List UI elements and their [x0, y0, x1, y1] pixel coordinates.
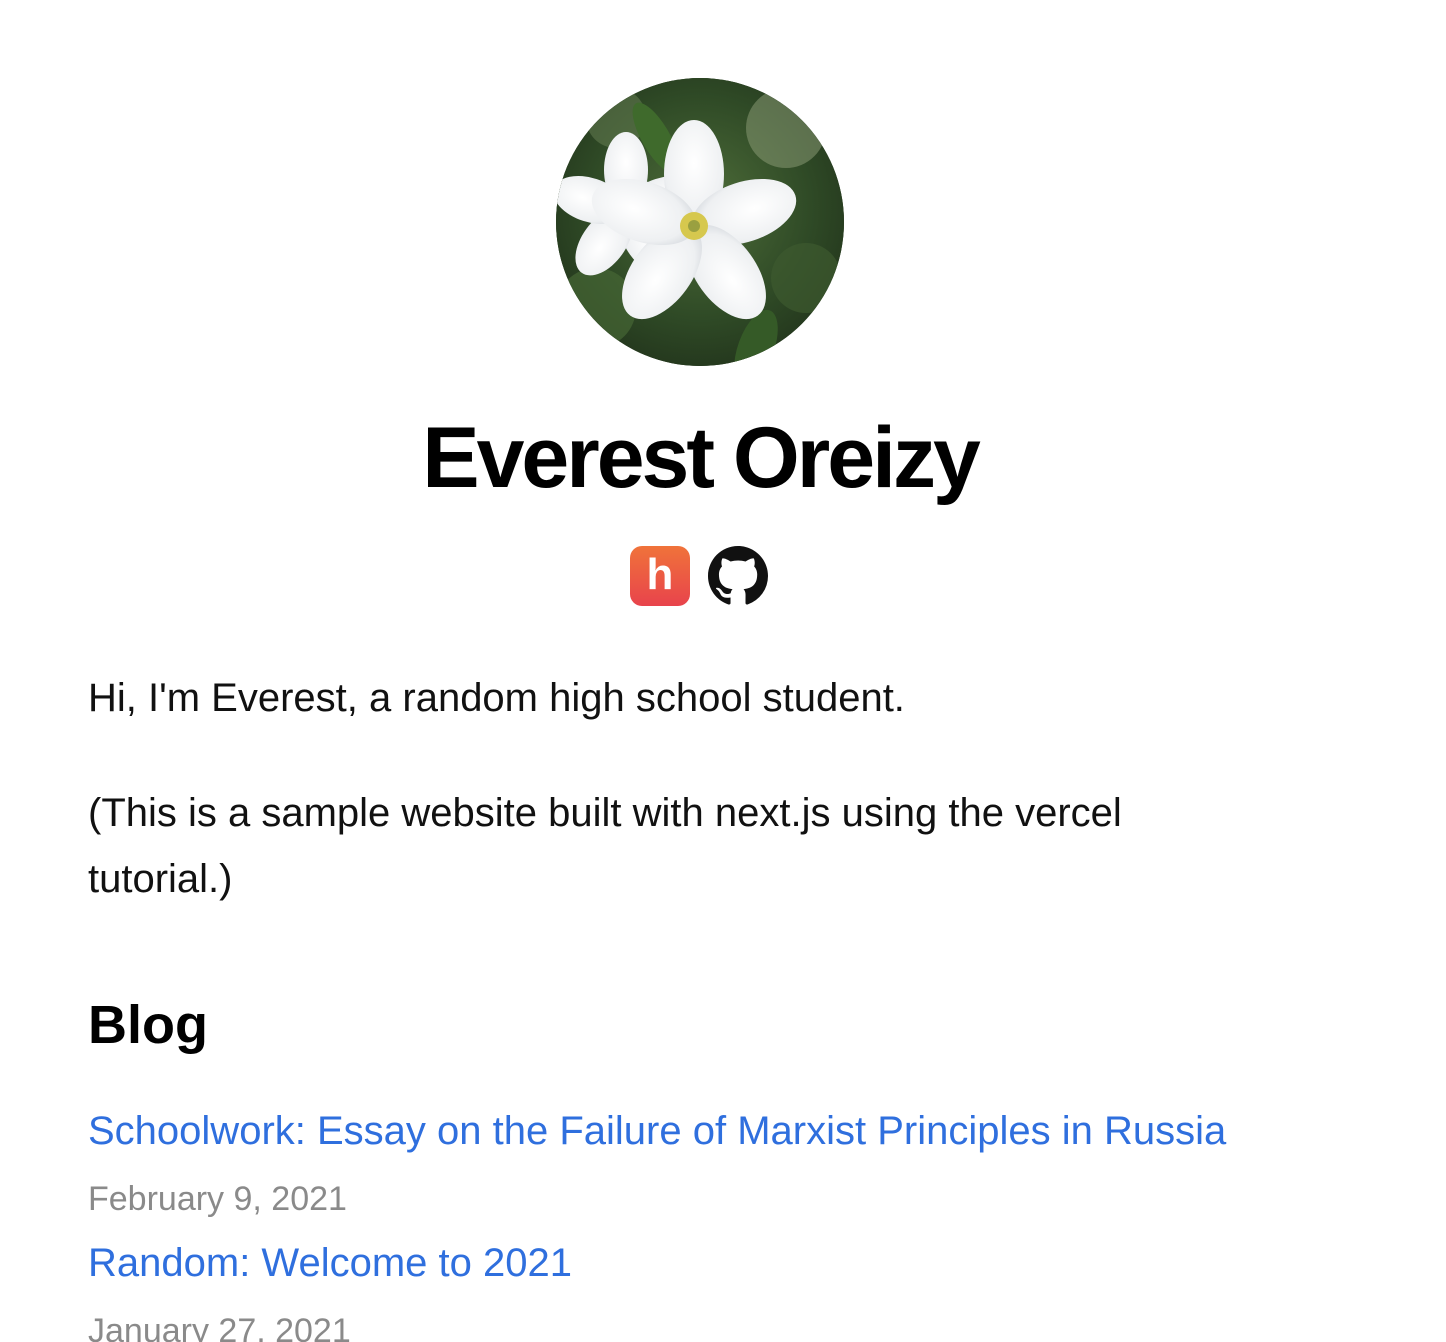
social-links: h	[630, 546, 770, 608]
intro-note: (This is a sample website built with nex…	[88, 791, 1122, 901]
blog-post-link[interactable]: Schoolwork: Essay on the Failure of Marx…	[88, 1103, 1226, 1159]
intro-text: Hi, I'm Everest, a random high school st…	[88, 676, 905, 720]
page: Everest Oreizy h Hi, I'm Everest, a rand…	[0, 0, 1446, 1342]
hey-icon: h	[630, 546, 690, 606]
page-title: Everest Oreizy	[422, 410, 981, 506]
flower-photo-icon	[556, 78, 844, 366]
blog-post-date: February 9, 2021	[88, 1180, 347, 1218]
blog-post-link[interactable]: Random: Welcome to 2021	[88, 1235, 572, 1291]
github-link[interactable]	[708, 546, 768, 606]
blog-post-date: January 27, 2021	[88, 1312, 351, 1342]
blog-heading: Blog	[88, 995, 208, 1055]
hey-link[interactable]: h	[630, 546, 690, 606]
github-icon	[708, 546, 768, 605]
avatar	[556, 78, 844, 366]
